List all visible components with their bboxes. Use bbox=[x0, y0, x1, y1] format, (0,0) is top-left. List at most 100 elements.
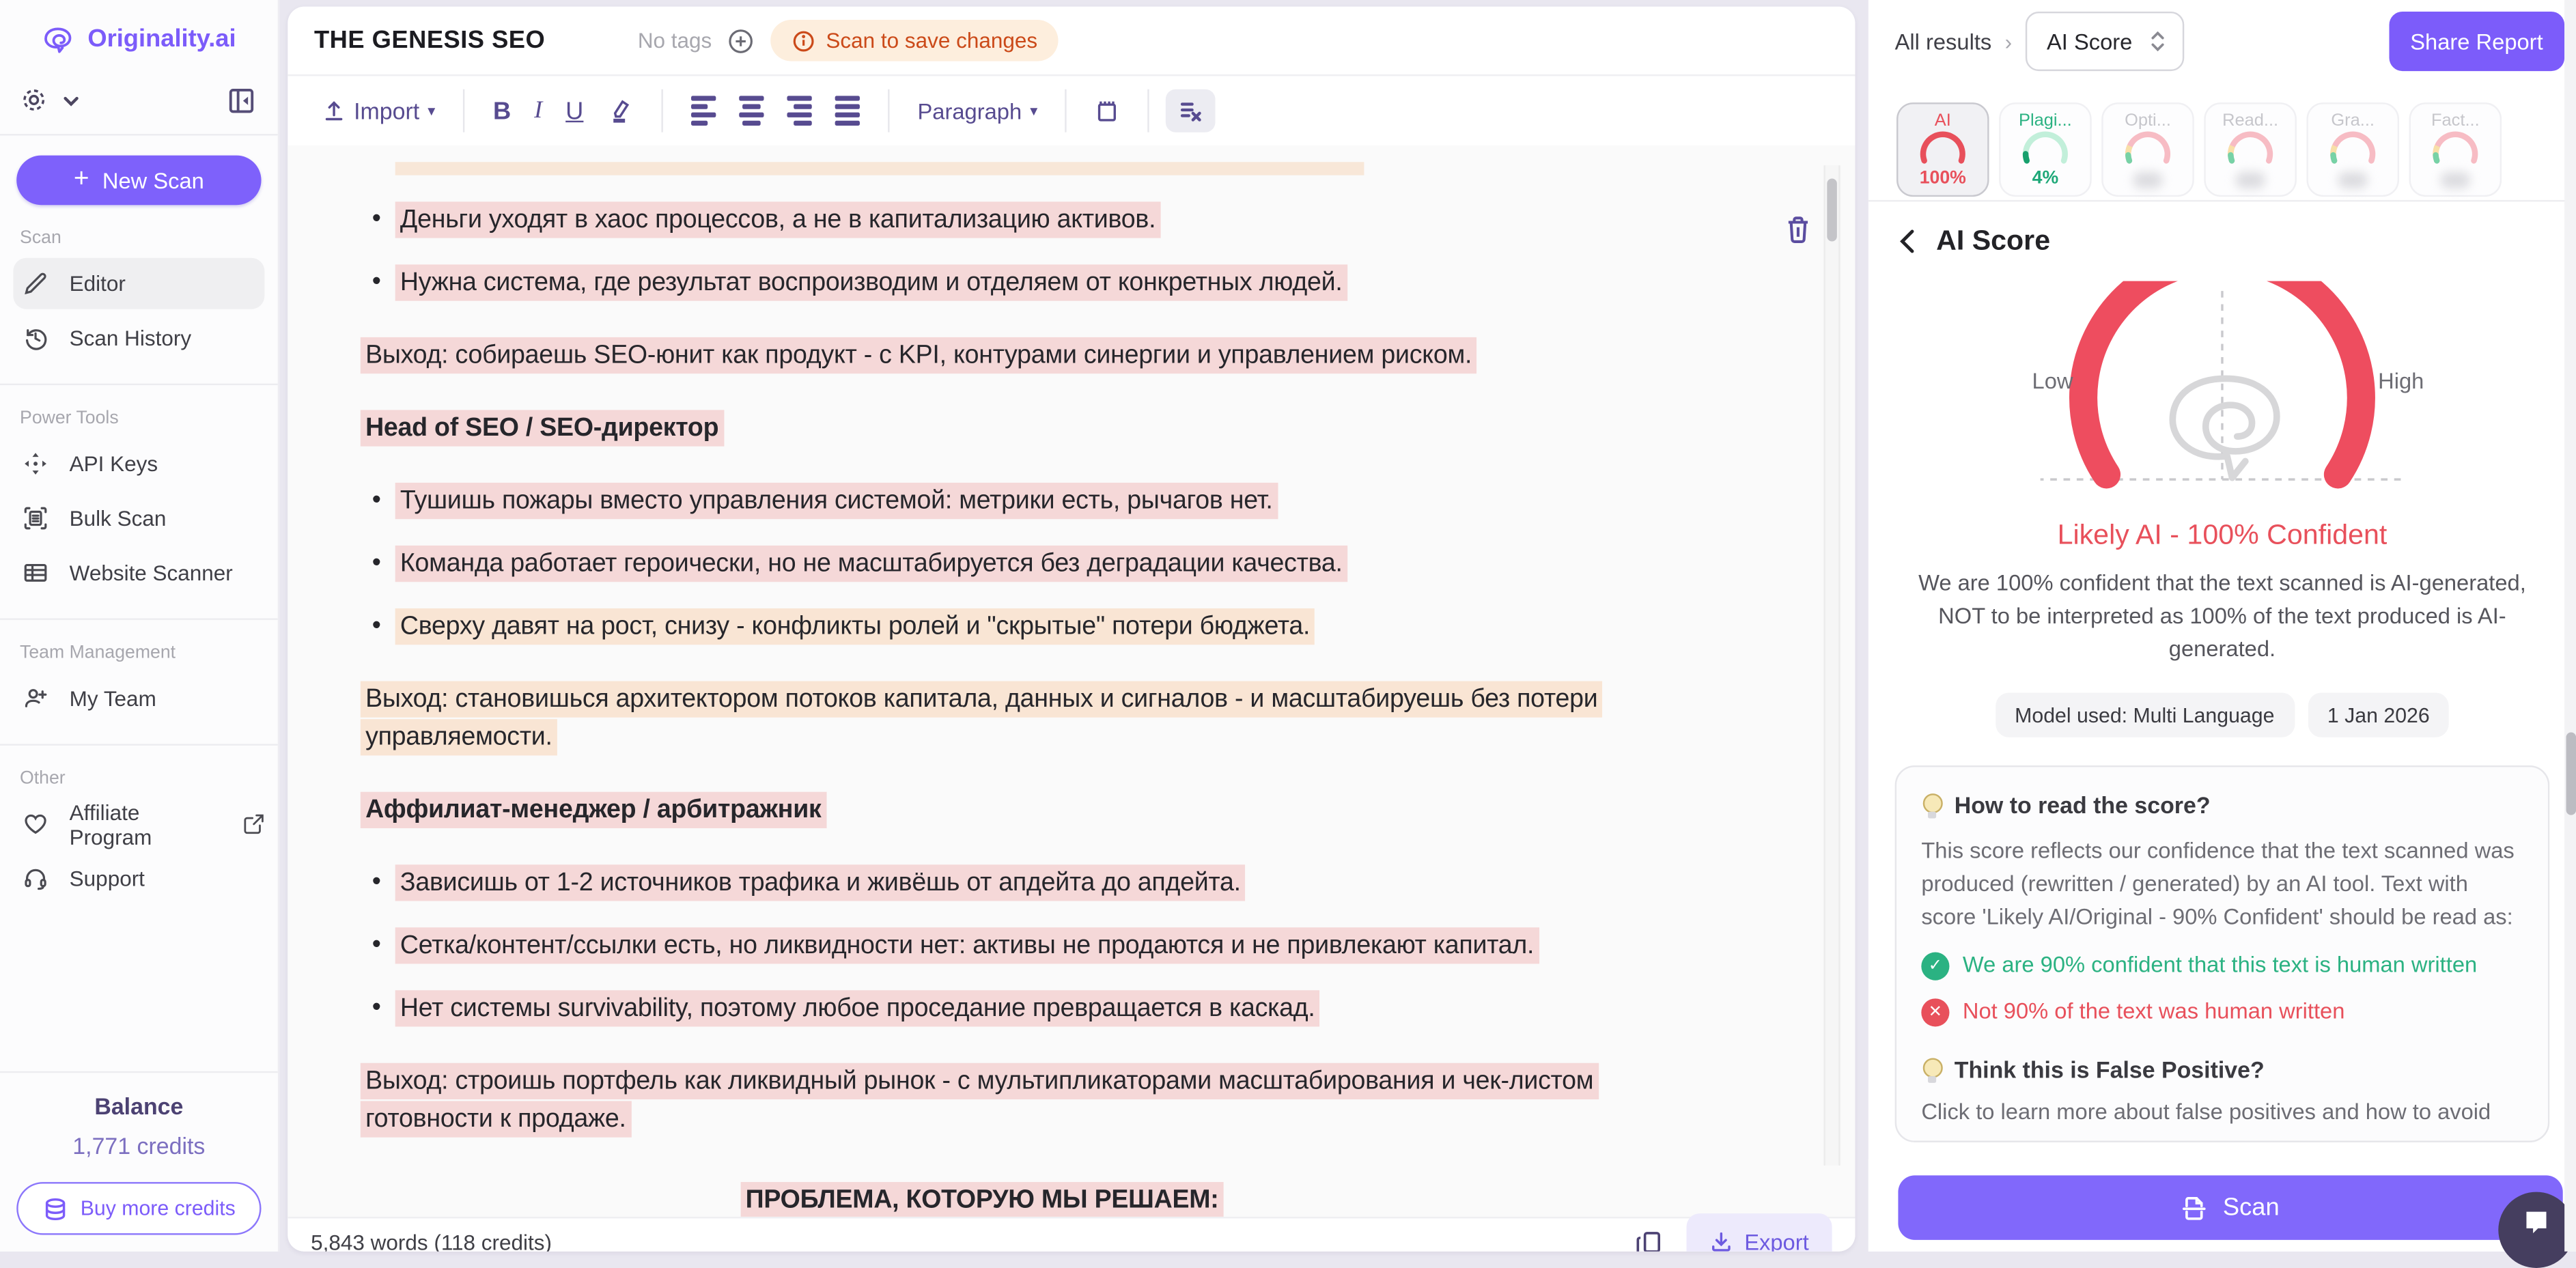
sidebar-item-support[interactable]: Support bbox=[13, 853, 264, 904]
trash-icon[interactable] bbox=[1784, 215, 1812, 245]
gauge-high-label: High bbox=[2378, 369, 2424, 393]
clipped-text-line bbox=[395, 162, 1364, 175]
editor-text-line: Выход: становишься архитектором потоков … bbox=[361, 679, 1604, 755]
false-positive-link[interactable]: Click to learn more about false positive… bbox=[1921, 1099, 2523, 1124]
highlighted-text: Нужна система, где результат воспроизвод… bbox=[395, 264, 1347, 300]
sidebar-item-my-team[interactable]: My Team bbox=[13, 673, 264, 724]
chevron-down-icon[interactable] bbox=[61, 90, 81, 110]
score-gauge-plagi[interactable]: Plagi... 4% bbox=[1999, 102, 2092, 197]
editor-scrollbar[interactable] bbox=[1823, 165, 1840, 1166]
sidebar-item-website-scanner[interactable]: Website Scanner bbox=[13, 547, 264, 598]
section-label-team: Team Management bbox=[0, 620, 278, 670]
new-scan-button[interactable]: + New Scan bbox=[16, 156, 261, 206]
back-chevron-icon[interactable] bbox=[1898, 228, 1916, 255]
sidebar-item-bulk-scan[interactable]: Bulk Scan bbox=[13, 492, 264, 544]
results-panel: All results › AI Score Share Report AI10… bbox=[1868, 0, 2576, 1252]
share-report-button[interactable]: Share Report bbox=[2389, 12, 2564, 71]
editor-scrollbar-thumb[interactable] bbox=[1826, 178, 1836, 241]
chevron-down-icon: ▾ bbox=[428, 102, 435, 120]
highlighted-text: Аффилиат-менеджер / арбитражник bbox=[361, 791, 826, 827]
paragraph-style-select[interactable]: Paragraph ▾ bbox=[906, 90, 1050, 132]
chevron-down-icon: ▾ bbox=[1030, 102, 1037, 120]
balance-value: 1,771 credits bbox=[0, 1132, 278, 1159]
scan-document-icon bbox=[2181, 1194, 2208, 1221]
italic-button[interactable]: I bbox=[522, 89, 554, 133]
breadcrumb-all-results[interactable]: All results bbox=[1895, 29, 1992, 53]
underline-button[interactable]: U bbox=[554, 89, 595, 133]
logo[interactable]: Originality.ai bbox=[0, 0, 278, 56]
copy-icon[interactable] bbox=[1635, 1229, 1663, 1252]
divider bbox=[0, 134, 278, 135]
bullet-marker: • bbox=[372, 607, 381, 645]
highlighted-text: Выход: становишься архитектором потоков … bbox=[361, 680, 1603, 755]
lightbulb-icon bbox=[1921, 793, 1941, 817]
external-link-icon bbox=[243, 813, 264, 834]
buy-more-credits-button[interactable]: Buy more credits bbox=[16, 1182, 261, 1235]
score-gauges-row: AI100%Plagi... 4%Opti... Read... Gra... bbox=[1896, 102, 2502, 197]
highlighter-icon bbox=[606, 98, 633, 124]
panel-footer: Scan bbox=[1868, 1159, 2576, 1252]
score-gauge-read[interactable]: Read... bbox=[2204, 102, 2297, 197]
download-icon bbox=[1709, 1230, 1733, 1251]
headset-icon bbox=[23, 867, 48, 891]
history-icon bbox=[23, 326, 48, 350]
score-gauge-fact[interactable]: Fact... bbox=[2409, 102, 2502, 197]
highlighted-text: Head of SEO / SEO-директор bbox=[361, 409, 724, 445]
sidebar-item-scan-history[interactable]: Scan History bbox=[13, 313, 264, 364]
coins-icon bbox=[42, 1196, 67, 1221]
bullet-marker: • bbox=[372, 263, 381, 301]
editor-text-line: Аффилиат-менеджер / арбитражник bbox=[361, 790, 1604, 828]
gauge-value: 100% bbox=[1920, 169, 1966, 188]
score-gauge-gra[interactable]: Gra... bbox=[2306, 102, 2399, 197]
gauge-value: 4% bbox=[2032, 169, 2059, 188]
add-tag-icon[interactable] bbox=[727, 27, 753, 54]
ai-score-section: AI Score Low High Likely AI - 100% Confi… bbox=[1895, 219, 2550, 1157]
bold-button[interactable]: B bbox=[481, 89, 522, 133]
score-gauge-opti[interactable]: Opti... bbox=[2101, 102, 2194, 197]
editor-text-line: •Сетка/контент/ссылки есть, но ликвиднос… bbox=[361, 926, 1604, 964]
align-center-button[interactable] bbox=[727, 88, 775, 134]
editor-card: THE GENESIS SEO No tags Scan to save cha… bbox=[288, 7, 1855, 1252]
word-count: 5,843 words (118 credits) bbox=[311, 1230, 552, 1251]
gauge-arc bbox=[1915, 130, 1971, 173]
negative-interpretation: Not 90% of the text was human written bbox=[1963, 998, 2345, 1023]
document-title[interactable]: THE GENESIS SEO bbox=[314, 27, 545, 55]
gauge-label: Opti... bbox=[2125, 111, 2171, 130]
score-type-select[interactable]: AI Score bbox=[2026, 12, 2184, 71]
editor-text-line: • Нужна система, где результат воспроизво… bbox=[361, 263, 1604, 301]
highlight-button[interactable] bbox=[595, 89, 645, 132]
page-scrollbar-thumb[interactable] bbox=[2565, 733, 2575, 815]
section-label-scan: Scan bbox=[0, 205, 278, 255]
website-scanner-icon bbox=[23, 561, 48, 585]
clear-formatting-button[interactable] bbox=[1166, 89, 1216, 132]
gauge-label: Plagi... bbox=[2019, 111, 2072, 130]
editor-text-line: ПРОБЛЕМА, КОТОРУЮ МЫ РЕШАЕМ: bbox=[361, 1181, 1604, 1219]
page-break-button[interactable] bbox=[1084, 90, 1132, 132]
highlighted-text: Выход: строишь портфель как ликвидный ры… bbox=[361, 1062, 1599, 1137]
editor-text-line: •Зависишь от 1-2 источников трафика и жи… bbox=[361, 863, 1604, 901]
collapse-sidebar-icon[interactable] bbox=[228, 87, 255, 113]
info-icon bbox=[792, 29, 815, 52]
sidebar-item-api-keys[interactable]: API Keys bbox=[13, 438, 264, 490]
scan-button[interactable]: Scan bbox=[1898, 1175, 2562, 1239]
score-gauge-ai[interactable]: AI100% bbox=[1896, 102, 1989, 197]
page-scrollbar[interactable] bbox=[2564, 0, 2576, 1252]
chat-widget-button[interactable] bbox=[2498, 1192, 2574, 1268]
logo-text: Originality.ai bbox=[87, 24, 236, 52]
import-button[interactable]: Import ▾ bbox=[311, 89, 447, 132]
positive-interpretation: We are 90% confident that this text is h… bbox=[1963, 953, 2477, 977]
export-button[interactable]: Export bbox=[1687, 1213, 1832, 1252]
align-right-button[interactable] bbox=[775, 88, 823, 134]
false-positive-title: Think this is False Positive? bbox=[1955, 1056, 2265, 1083]
sidebar-item-affiliate-program[interactable]: Affiliate Program bbox=[13, 798, 264, 849]
editor-toolbar: Import ▾ B I U Paragraph ▾ bbox=[288, 76, 1855, 147]
editor-text-line: Head of SEO / SEO-директор bbox=[361, 408, 1604, 447]
editor-header: THE GENESIS SEO No tags Scan to save cha… bbox=[288, 7, 1855, 76]
blurred-score-value bbox=[2338, 172, 2368, 188]
highlighted-text: Зависишь от 1-2 источников трафика и жив… bbox=[395, 864, 1246, 900]
gear-icon[interactable] bbox=[20, 86, 48, 114]
editor-content[interactable]: •Деньги уходят в хаос процессов, а не в … bbox=[288, 145, 1855, 1218]
align-left-button[interactable] bbox=[680, 88, 727, 134]
sidebar-item-editor[interactable]: Editor bbox=[13, 258, 264, 309]
align-justify-button[interactable] bbox=[823, 88, 871, 134]
